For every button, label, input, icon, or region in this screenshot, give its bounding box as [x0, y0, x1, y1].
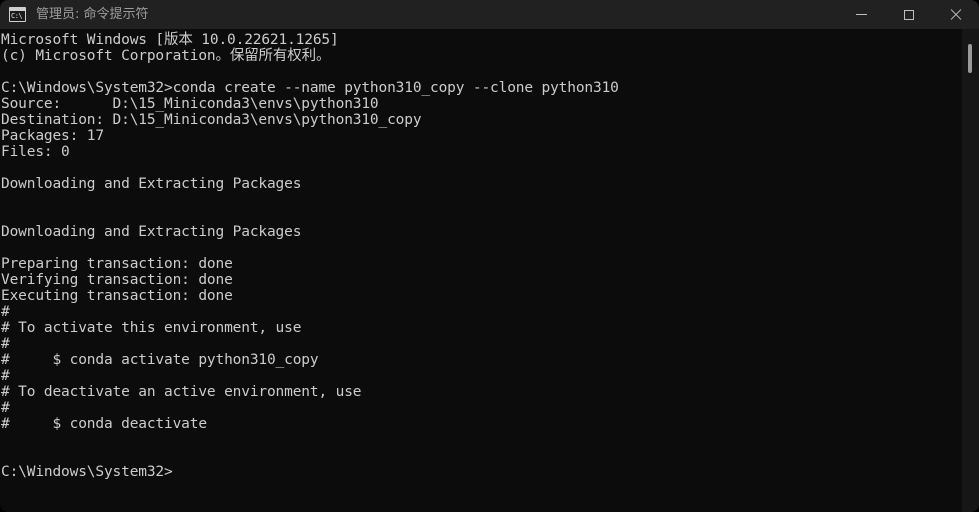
terminal-line: Source: D:\15_Miniconda3\envs\python310 [1, 96, 379, 112]
terminal-line: Packages: 17 [1, 128, 104, 144]
terminal-line: Verifying transaction: done [1, 272, 233, 288]
terminal-line: C:\Windows\System32> [1, 464, 173, 480]
terminal-line: # [1, 400, 10, 416]
window-controls [838, 0, 979, 29]
terminal-line: Files: 0 [1, 144, 70, 160]
terminal-line: Preparing transaction: done [1, 256, 233, 272]
terminal-line: Microsoft Windows [版本 10.0.22621.1265] [1, 32, 339, 48]
terminal-line: Destination: D:\15_Miniconda3\envs\pytho… [1, 112, 422, 128]
terminal-line: # $ conda deactivate [1, 416, 207, 432]
window-title: 管理员: 命令提示符 [36, 7, 149, 22]
minimize-icon [856, 14, 867, 15]
terminal-line: # [1, 336, 10, 352]
command-prompt-window: C:\ 管理员: 命令提示符 Microsoft Windows [版本 10.… [0, 0, 979, 512]
scrollbar-thumb[interactable] [968, 44, 972, 73]
terminal-line: Executing transaction: done [1, 288, 233, 304]
terminal-screen: Microsoft Windows [版本 10.0.22621.1265] (c… [0, 32, 962, 480]
terminal-line: Downloading and Extracting Packages [1, 224, 302, 240]
terminal-line: # [1, 304, 10, 320]
console-icon: C:\ [9, 7, 26, 22]
minimize-button[interactable] [838, 0, 885, 29]
terminal-line: Downloading and Extracting Packages [1, 176, 302, 192]
vertical-scrollbar[interactable] [962, 29, 979, 512]
titlebar-left-group: C:\ 管理员: 命令提示符 [0, 0, 838, 29]
close-icon [949, 8, 963, 22]
terminal-line: # To deactivate an active environment, u… [1, 384, 362, 400]
terminal-line: # To activate this environment, use [1, 320, 302, 336]
window-titlebar[interactable]: C:\ 管理员: 命令提示符 [0, 0, 979, 29]
terminal-output-area[interactable]: Microsoft Windows [版本 10.0.22621.1265] (c… [0, 29, 962, 512]
terminal-line: C:\Windows\System32>conda create --name … [1, 80, 619, 96]
terminal-line: # [1, 368, 10, 384]
maximize-icon [903, 9, 914, 20]
console-icon-prompt-text: C:\ [11, 12, 23, 20]
terminal-line: (c) Microsoft Corporation。保留所有权利。 [1, 48, 331, 64]
close-button[interactable] [932, 0, 979, 29]
maximize-button[interactable] [885, 0, 932, 29]
terminal-line: # $ conda activate python310_copy [1, 352, 319, 368]
